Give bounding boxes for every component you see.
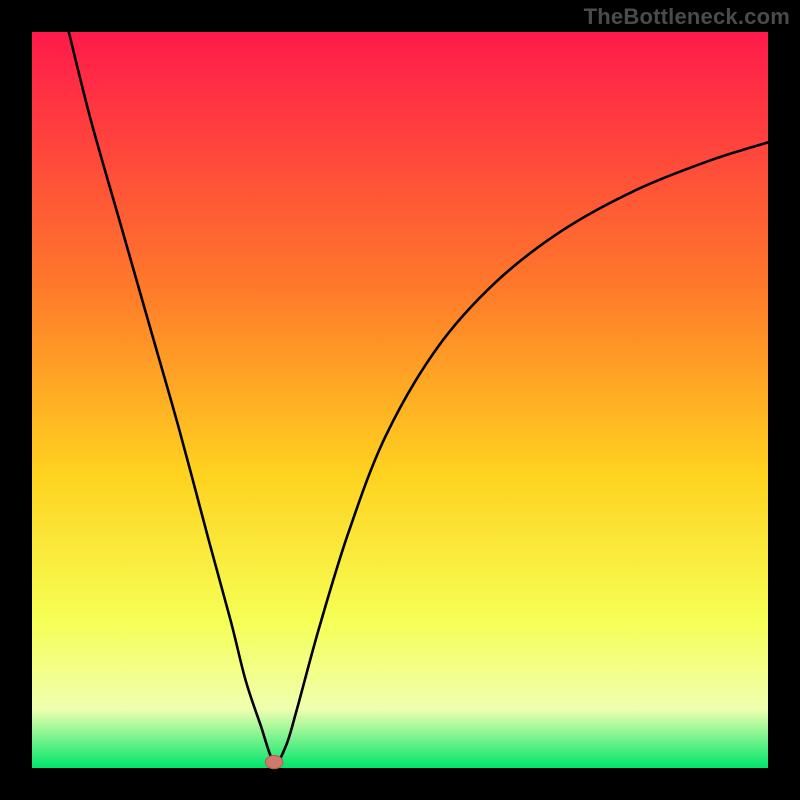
gradient-background [32, 32, 768, 768]
minimum-marker [265, 755, 283, 768]
attribution-label: TheBottleneck.com [584, 4, 790, 30]
bottleneck-chart [0, 0, 800, 800]
chart-frame: TheBottleneck.com [0, 0, 800, 800]
